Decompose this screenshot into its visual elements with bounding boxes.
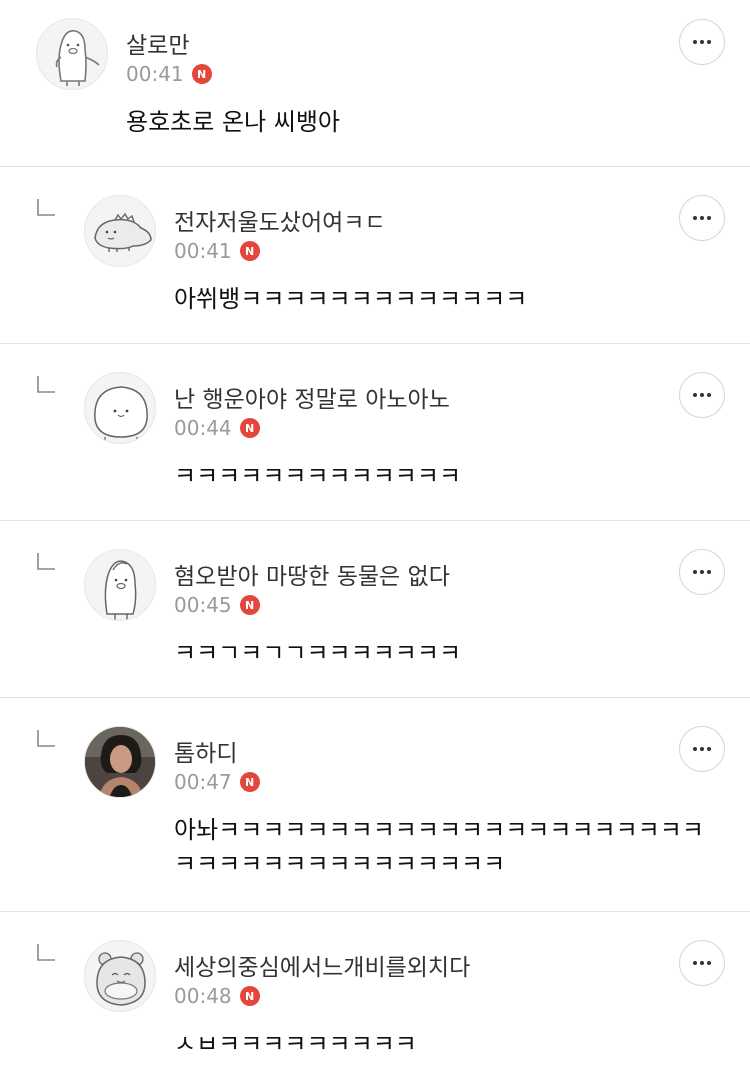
more-dots-icon	[693, 216, 697, 220]
hamster-character-icon	[85, 941, 155, 1011]
new-badge: N	[191, 64, 212, 84]
reply-arrow-icon	[37, 553, 55, 570]
more-options-button[interactable]	[679, 726, 725, 772]
comment-text: 아쒸뱅ㅋㅋㅋㅋㅋㅋㅋㅋㅋㅋㅋㅋㅋ	[174, 285, 528, 313]
new-badge: N	[239, 241, 260, 261]
new-badge: N	[239, 418, 260, 438]
new-badge: N	[239, 986, 260, 1006]
reply-item: 전자저울도샀어여ㅋㄷ 00:41 N 아쒸뱅ㅋㅋㅋㅋㅋㅋㅋㅋㅋㅋㅋㅋㅋ	[0, 167, 750, 344]
avatar[interactable]	[36, 18, 108, 90]
comment-meta: 00:41 N	[126, 62, 212, 86]
new-badge: N	[239, 595, 260, 615]
reply-item: 난 행운아야 정말로 아노아노 00:44 N ㅋㅋㅋㅋㅋㅋㅋㅋㅋㅋㅋㅋㅋ	[0, 344, 750, 521]
comment-time: 00:41	[174, 239, 232, 263]
reply-arrow-icon	[37, 199, 55, 216]
comment-text: ㅋㅋㅋㅋㅋㅋㅋㅋㅋㅋㅋㅋㅋ	[174, 462, 462, 490]
avatar[interactable]	[84, 549, 156, 621]
comment-time: 00:41	[126, 62, 184, 86]
author-name[interactable]: 톰하디	[174, 734, 237, 768]
reply-item: 혐오받아 마땅한 동물은 없다 00:45 N ㅋㅋㄱㅋㄱㄱㅋㅋㅋㅋㅋㅋㅋ	[0, 521, 750, 698]
new-badge: N	[239, 772, 260, 792]
comment-text: 아놔ㅋㅋㅋㅋㅋㅋㅋㅋㅋㅋㅋㅋㅋㅋㅋㅋㅋㅋㅋㅋㅋㅋㅋㅋㅋㅋㅋㅋㅋㅋㅋㅋㅋㅋㅋㅋㅋ	[174, 816, 704, 878]
reply-item: 톰하디 00:47 N 아놔ㅋㅋㅋㅋㅋㅋㅋㅋㅋㅋㅋㅋㅋㅋㅋㅋㅋㅋㅋㅋㅋㅋㅋㅋㅋㅋ…	[0, 698, 750, 912]
more-options-button[interactable]	[679, 19, 725, 65]
comment-meta: 00:45 N	[174, 593, 260, 617]
comment-time: 00:44	[174, 416, 232, 440]
reply-arrow-icon	[37, 376, 55, 393]
comment-list: 살로만 00:41 N 용호초로 온나 씨뱅아 전자저울도샀어여ㅋㄷ 00:41…	[0, 0, 750, 1081]
photo-avatar	[85, 727, 155, 797]
penguin-character-icon	[37, 19, 107, 89]
author-name[interactable]: 난 행운아야 정말로 아노아노	[174, 380, 450, 414]
more-options-button[interactable]	[679, 372, 725, 418]
comment-meta: 00:44 N	[174, 416, 260, 440]
comment-meta: 00:41 N	[174, 239, 260, 263]
more-dots-icon	[693, 40, 697, 44]
round-character-icon	[85, 373, 155, 443]
comment-text: ㅅㅂㅋㅋㅋㅋㅋㅋㅋㅋㅋ	[174, 1030, 417, 1058]
avatar[interactable]	[84, 372, 156, 444]
comment-time: 00:48	[174, 984, 232, 1008]
avatar[interactable]	[84, 195, 156, 267]
comment-item: 살로만 00:41 N 용호초로 온나 씨뱅아	[0, 0, 750, 167]
more-dots-icon	[693, 570, 697, 574]
reply-arrow-icon	[37, 730, 55, 747]
more-options-button[interactable]	[679, 195, 725, 241]
comment-meta: 00:48 N	[174, 984, 260, 1008]
author-name[interactable]: 혐오받아 마땅한 동물은 없다	[174, 557, 450, 591]
more-options-button[interactable]	[679, 549, 725, 595]
reply-item: 세상의중심에서느개비를외치다 00:48 N ㅅㅂㅋㅋㅋㅋㅋㅋㅋㅋㅋ	[0, 912, 750, 1081]
penguin-character-icon	[85, 550, 155, 620]
more-options-button[interactable]	[679, 940, 725, 986]
more-dots-icon	[693, 961, 697, 965]
comment-time: 00:45	[174, 593, 232, 617]
author-name[interactable]: 세상의중심에서느개비를외치다	[174, 948, 470, 982]
author-name[interactable]: 살로만	[126, 26, 189, 60]
reply-arrow-icon	[37, 944, 55, 961]
comment-text: ㅋㅋㄱㅋㄱㄱㅋㅋㅋㅋㅋㅋㅋ	[174, 639, 462, 667]
dinosaur-character-icon	[85, 196, 155, 266]
comment-time: 00:47	[174, 770, 232, 794]
comment-meta: 00:47 N	[174, 770, 260, 794]
avatar[interactable]	[84, 940, 156, 1012]
avatar[interactable]	[84, 726, 156, 798]
more-dots-icon	[693, 393, 697, 397]
comment-text: 용호초로 온나 씨뱅아	[126, 108, 340, 136]
more-dots-icon	[693, 747, 697, 751]
author-name[interactable]: 전자저울도샀어여ㅋㄷ	[174, 203, 386, 237]
